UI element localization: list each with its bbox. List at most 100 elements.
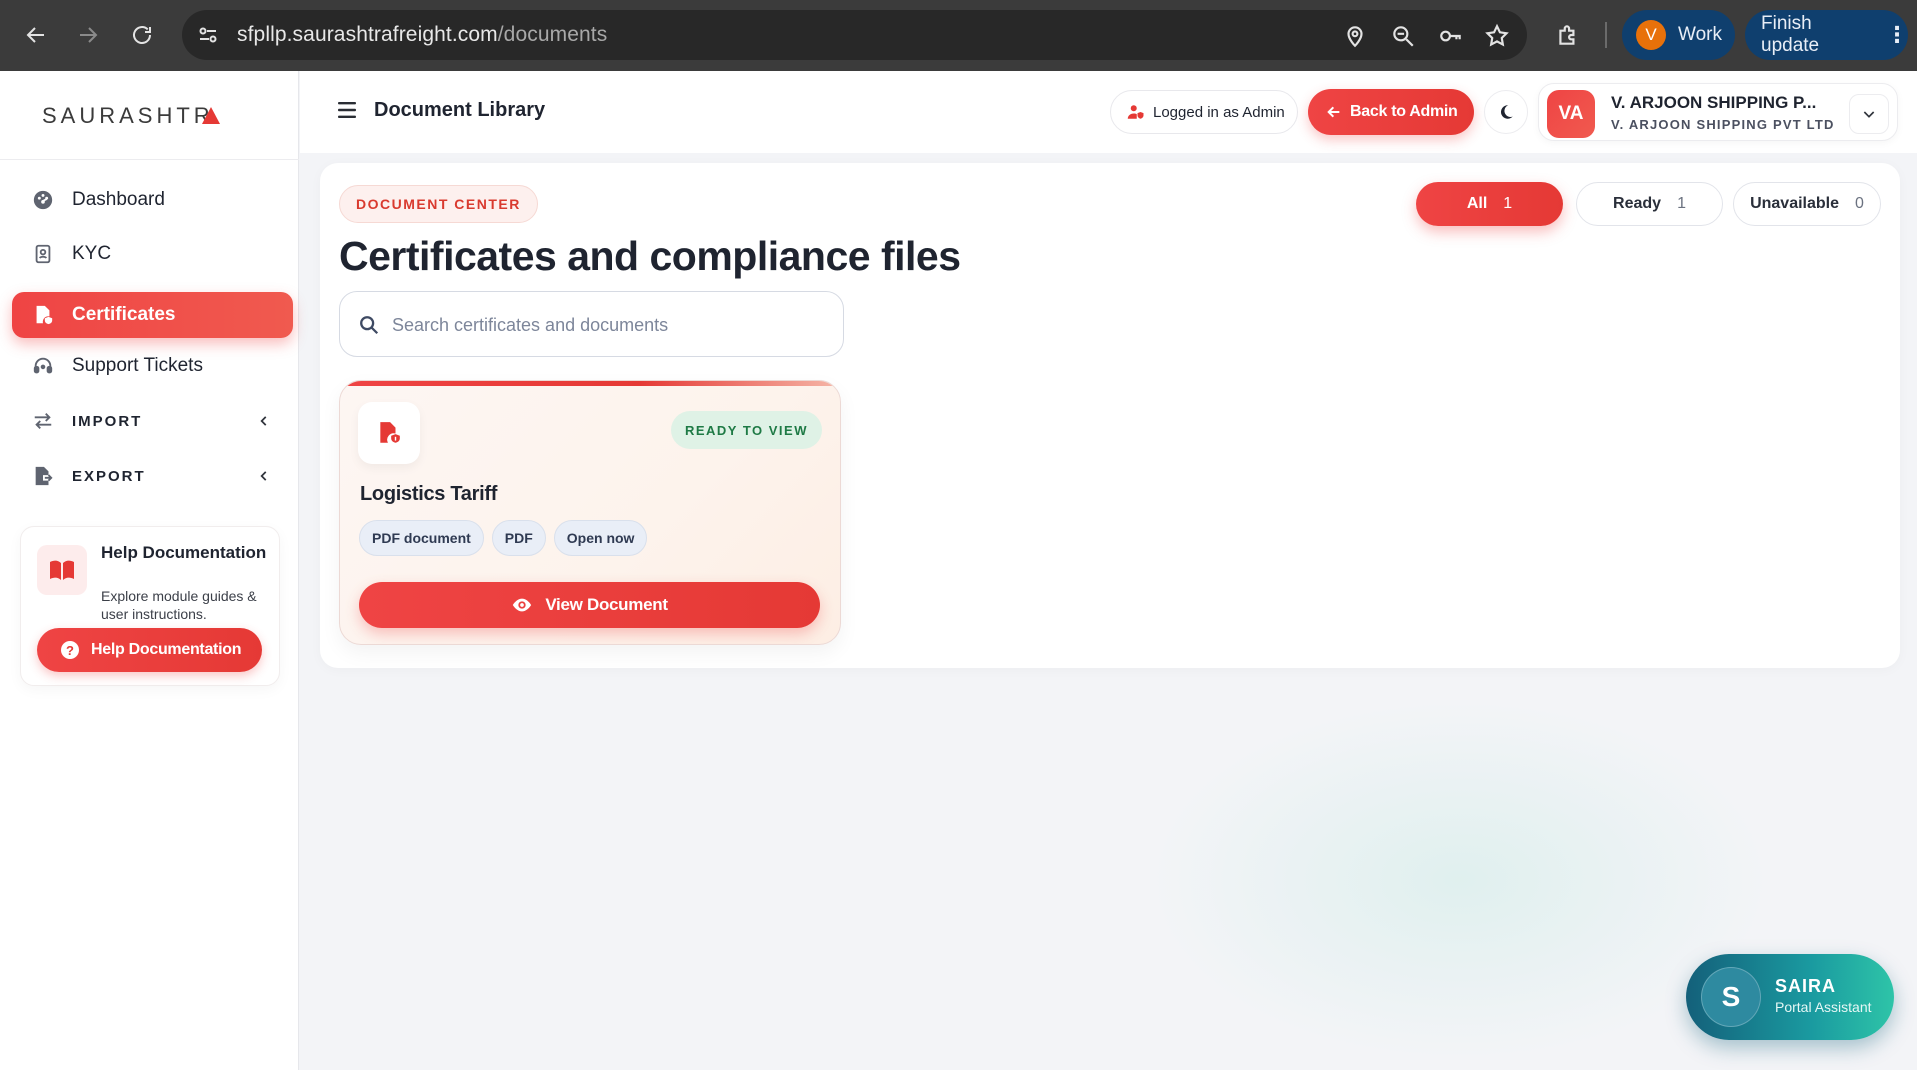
filter-ready[interactable]: Ready 1 (1576, 182, 1723, 226)
account-avatar: VA (1547, 90, 1595, 138)
chevron-left-icon[interactable] (257, 414, 271, 428)
assistant-subtitle: Portal Assistant (1775, 999, 1872, 1015)
zoom-out-icon[interactable] (1390, 23, 1416, 49)
help-question-icon: ? (61, 641, 79, 659)
search-input[interactable] (392, 310, 822, 340)
brand-triangle-icon (202, 107, 220, 124)
main-heading: Certificates and compliance files (339, 233, 961, 279)
help-documentation-button[interactable]: ? Help Documentation (37, 628, 262, 672)
search-box[interactable] (339, 291, 844, 357)
bookmark-star-icon[interactable] (1484, 23, 1510, 49)
view-document-label: View Document (545, 595, 668, 614)
search-icon (360, 316, 379, 335)
id-card-icon (35, 244, 51, 264)
document-center-panel: DOCUMENT CENTER Certificates and complia… (320, 163, 1900, 668)
sidebar-item-import[interactable]: IMPORT (12, 398, 293, 444)
assistant-name: SAIRA (1775, 976, 1837, 996)
password-key-icon[interactable] (1438, 23, 1464, 49)
sidebar-item-label: Dashboard (72, 189, 165, 210)
import-arrows-icon (34, 413, 52, 429)
filter-label: All (1466, 195, 1488, 212)
help-button-label: Help Documentation (91, 641, 242, 658)
export-file-icon (35, 466, 53, 486)
forward-arrow-icon[interactable] (66, 13, 110, 57)
sidebar-item-label: IMPORT (72, 412, 143, 430)
browser-toolbar: sfpllp.saurashtrafreight.com/documents V… (0, 0, 1917, 71)
headset-icon (33, 357, 53, 374)
toolbar-divider (1605, 22, 1607, 48)
filter-all[interactable]: All 1 (1416, 182, 1563, 226)
tag-pdf: PDF (491, 520, 546, 556)
certificate-file-icon (36, 305, 53, 325)
view-document-button[interactable]: View Document (359, 582, 820, 628)
dashboard-icon (33, 190, 53, 210)
background-glow (1150, 700, 1770, 1060)
help-description: Explore module guides & user instruction… (101, 588, 257, 622)
arrow-left-icon (1327, 106, 1340, 118)
back-to-admin-label: Back to Admin (1350, 103, 1458, 120)
sidebar-item-label: EXPORT (72, 467, 146, 485)
hamburger-menu-icon[interactable] (338, 101, 358, 119)
filter-count: 1 (1503, 195, 1513, 212)
assistant-avatar: S (1701, 967, 1761, 1027)
profile-button[interactable]: V Work (1622, 10, 1735, 60)
reload-icon[interactable] (120, 13, 164, 57)
brand-logo[interactable]: SAURASHTR (42, 103, 214, 129)
document-icon-tile (358, 402, 420, 464)
account-switcher[interactable]: VA V. ARJOON SHIPPING P... V. ARJOON SHI… (1538, 83, 1898, 141)
finish-update-label: Finish update (1761, 13, 1820, 56)
finish-update-button[interactable]: Finish update ⋮ (1745, 10, 1908, 60)
pdf-shield-file-icon (380, 422, 400, 443)
filter-count: 1 (1677, 195, 1686, 212)
site-settings-icon[interactable] (196, 23, 220, 47)
moon-icon (1500, 105, 1513, 119)
document-title: Logistics Tariff (360, 483, 498, 505)
page-title: Document Library (374, 99, 546, 121)
sidebar: SAURASHTR Dashboard KYC Certificates Sup… (0, 71, 299, 1070)
sidebar-item-export[interactable]: EXPORT (12, 453, 293, 499)
url-text[interactable]: sfpllp.saurashtrafreight.com/documents (237, 23, 607, 47)
sidebar-item-label: Support Tickets (72, 355, 203, 376)
filter-unavailable[interactable]: Unavailable 0 (1733, 182, 1881, 226)
back-arrow-icon[interactable] (14, 13, 58, 57)
filter-label: Unavailable (1750, 195, 1840, 212)
help-title: Help Documentation (101, 543, 267, 562)
theme-toggle-button[interactable] (1484, 90, 1528, 134)
document-tags: PDF document PDF Open now (359, 520, 648, 556)
sidebar-item-certificates[interactable]: Certificates (12, 292, 293, 338)
address-bar[interactable]: sfpllp.saurashtrafreight.com/documents (182, 10, 1527, 60)
portal-assistant-button[interactable]: S SAIRA Portal Assistant (1686, 954, 1894, 1040)
section-badge: DOCUMENT CENTER (339, 185, 538, 223)
back-to-admin-button[interactable]: Back to Admin (1308, 89, 1474, 135)
sidebar-item-dashboard[interactable]: Dashboard (12, 177, 293, 223)
sidebar-item-label: Certificates (72, 304, 176, 325)
sidebar-item-label: KYC (72, 243, 112, 264)
help-card: Help Documentation Explore module guides… (20, 526, 280, 686)
chevron-left-icon[interactable] (257, 469, 271, 483)
profile-avatar: V (1636, 20, 1666, 50)
tag-pdf-document: PDF document (359, 520, 484, 556)
sidebar-item-kyc[interactable]: KYC (12, 231, 293, 277)
more-vert-icon[interactable]: ⋮ (1886, 22, 1908, 48)
extensions-puzzle-icon[interactable] (1555, 22, 1581, 48)
book-icon (37, 545, 87, 595)
profile-label: Work (1678, 24, 1722, 45)
sidebar-divider (0, 159, 299, 160)
account-company: V. ARJOON SHIPPING PVT LTD (1611, 117, 1835, 132)
document-card[interactable]: READY TO VIEW Logistics Tariff PDF docum… (339, 380, 841, 645)
account-name: V. ARJOON SHIPPING P... (1611, 93, 1817, 112)
card-accent-line (340, 381, 840, 386)
eye-icon (513, 598, 532, 612)
logged-in-badge: Logged in as Admin (1110, 90, 1298, 134)
status-badge: READY TO VIEW (670, 411, 822, 449)
user-shield-icon (1127, 105, 1144, 119)
tag-open-now: Open now (553, 520, 648, 556)
chevron-down-icon (1863, 111, 1875, 118)
account-dropdown-button[interactable] (1849, 94, 1889, 134)
sidebar-item-support-tickets[interactable]: Support Tickets (12, 343, 293, 389)
top-bar: Document Library Logged in as Admin Back… (300, 71, 1917, 153)
filter-label: Ready (1613, 195, 1662, 212)
logged-in-label: Logged in as Admin (1153, 103, 1285, 121)
location-pin-icon[interactable] (1342, 23, 1368, 49)
filter-count: 0 (1855, 195, 1864, 212)
